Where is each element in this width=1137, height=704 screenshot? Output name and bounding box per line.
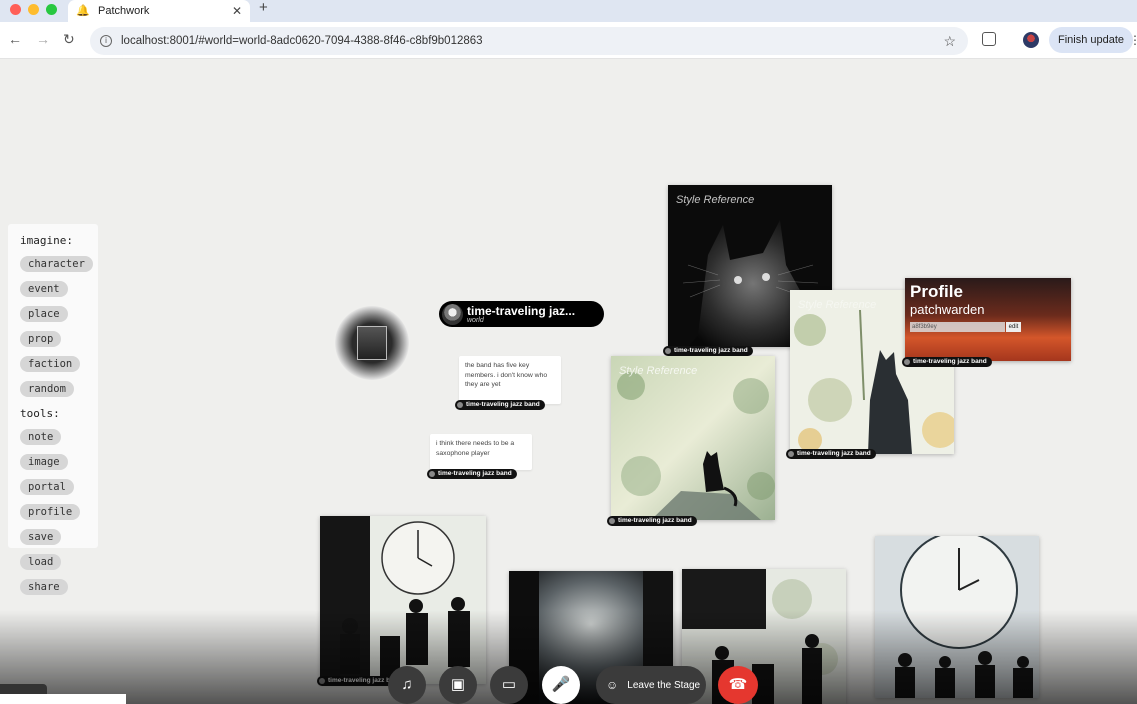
minimize-window-button[interactable]: [28, 4, 39, 15]
tool-profile-button[interactable]: profile: [20, 504, 81, 520]
close-tab-icon[interactable]: ✕: [232, 4, 242, 18]
extensions-icon[interactable]: [982, 32, 996, 46]
imagine-prop-button[interactable]: prop: [20, 331, 62, 347]
note-card[interactable]: the band has five key members. i don't k…: [459, 356, 561, 404]
world-node-title: time-traveling jaz...: [467, 304, 576, 318]
watercolor-cat-image: [611, 356, 775, 520]
hang-up-button[interactable]: ☎: [718, 666, 758, 704]
people-icon: ☺: [606, 678, 619, 692]
video-off-icon: ▣: [450, 676, 466, 693]
tool-save-button[interactable]: save: [20, 529, 62, 545]
world-tag[interactable]: time-traveling jazz band: [786, 449, 876, 459]
site-info-icon[interactable]: i: [100, 35, 112, 47]
sidebar-panel: imagine: character event place prop fact…: [8, 224, 98, 595]
url-text: localhost:8001/#world=world-8adc0620-709…: [121, 35, 483, 47]
style-reference-caption: Style Reference: [619, 365, 698, 377]
profile-username: patchwarden: [910, 302, 985, 317]
note-card[interactable]: i think there needs to be a saxophone pl…: [430, 434, 532, 470]
tool-image-button[interactable]: image: [20, 454, 68, 470]
new-tab-button[interactable]: +: [259, 0, 268, 16]
finish-update-button[interactable]: Finish update: [1049, 27, 1133, 53]
bookmark-star-icon[interactable]: ☆: [943, 33, 956, 50]
world-tag[interactable]: time-traveling jazz band: [663, 346, 753, 356]
note-text: i think there needs to be a saxophone pl…: [436, 440, 515, 457]
microphone-button[interactable]: 🎤: [542, 666, 580, 704]
music-off-icon: ♫: [401, 676, 413, 693]
portal-orb[interactable]: [335, 306, 409, 380]
style-reference-caption: Style Reference: [798, 299, 877, 311]
browser-tab-strip: 🔔 Patchwork ✕ +: [0, 0, 1137, 22]
world-tag[interactable]: time-traveling jazz band: [455, 400, 545, 410]
profile-card[interactable]: Profile patchwarden a8f3b9ey edit: [905, 278, 1071, 361]
tools-heading: tools:: [20, 407, 60, 420]
leave-stage-button[interactable]: ☺ Leave the Stage: [596, 666, 706, 704]
imagine-faction-button[interactable]: faction: [20, 356, 81, 372]
style-reference-card-watercolor-cat[interactable]: Style Reference: [611, 356, 775, 520]
reload-icon[interactable]: ↻: [63, 31, 75, 47]
bell-icon: 🔔: [76, 5, 90, 17]
address-bar[interactable]: i localhost:8001/#world=world-8adc0620-7…: [90, 27, 968, 55]
world-avatar-icon: [442, 304, 463, 325]
status-bar: [0, 694, 126, 704]
imagine-random-button[interactable]: random: [20, 381, 74, 397]
profile-input[interactable]: a8f3b9ey: [910, 322, 1005, 332]
screen-share-button[interactable]: ▭: [490, 666, 528, 704]
world-tag[interactable]: time-traveling jazz band: [902, 357, 992, 367]
tool-note-button[interactable]: note: [20, 429, 62, 445]
microphone-icon: 🎤: [551, 676, 571, 693]
close-window-button[interactable]: [10, 4, 21, 15]
tools-list: note image portal profile save load shar…: [14, 425, 92, 600]
tool-portal-button[interactable]: portal: [20, 479, 74, 495]
note-text: the band has five key members. i don't k…: [465, 362, 548, 388]
profile-heading: Profile: [910, 282, 963, 301]
world-node[interactable]: time-traveling jaz... world: [439, 301, 604, 327]
mute-music-button[interactable]: ♫: [388, 666, 426, 704]
imagine-character-button[interactable]: character: [20, 256, 93, 272]
tab-title: Patchwork: [98, 5, 150, 17]
tool-load-button[interactable]: load: [20, 554, 62, 570]
profile-avatar-icon[interactable]: [1023, 32, 1039, 48]
world-tag[interactable]: time-traveling jazz band: [607, 516, 697, 526]
portal-orb-image: [357, 326, 387, 360]
tool-share-button[interactable]: share: [20, 579, 68, 595]
browser-menu-icon[interactable]: ⋮: [1129, 33, 1137, 47]
style-reference-caption: Style Reference: [676, 194, 755, 206]
leave-stage-label: Leave the Stage: [627, 679, 701, 691]
browser-toolbar: ← → ↻ i localhost:8001/#world=world-8adc…: [0, 22, 1137, 59]
world-node-subtitle: world: [467, 317, 484, 324]
maximize-window-button[interactable]: [46, 4, 57, 15]
forward-icon[interactable]: →: [36, 31, 50, 47]
imagine-list: character event place prop faction rando…: [14, 252, 93, 402]
imagine-event-button[interactable]: event: [20, 281, 68, 297]
status-chip: [0, 684, 47, 694]
imagine-place-button[interactable]: place: [20, 306, 68, 322]
world-tag[interactable]: time-traveling jazz band: [427, 469, 517, 479]
browser-tab[interactable]: 🔔 Patchwork ✕: [68, 0, 250, 22]
profile-edit-button[interactable]: edit: [1006, 322, 1021, 332]
screen-share-icon: ▭: [501, 676, 517, 693]
back-icon[interactable]: ←: [8, 31, 22, 47]
imagine-heading: imagine:: [20, 234, 73, 247]
camera-off-button[interactable]: ▣: [439, 666, 477, 704]
phone-hangup-icon: ☎: [728, 676, 748, 693]
